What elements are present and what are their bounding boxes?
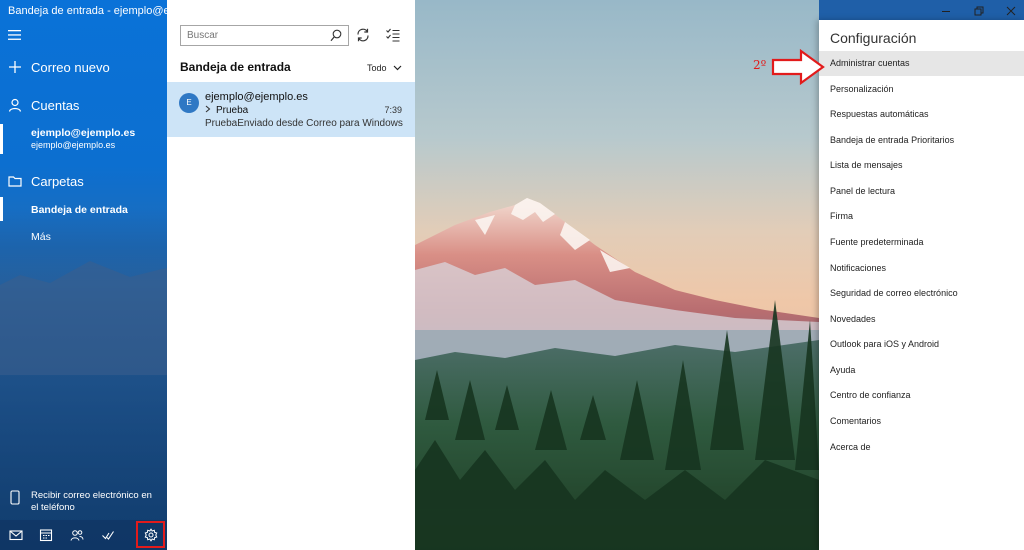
search-icon[interactable] — [330, 29, 342, 42]
message-time: 7:39 — [384, 105, 402, 115]
message-preview: PruebaEnviado desde Correo para Windows — [205, 118, 403, 129]
filter-dropdown[interactable]: Todo — [367, 63, 402, 73]
hamburger-menu-icon[interactable] — [8, 29, 22, 41]
settings-item-bandeja-prioritarios[interactable]: Bandeja de entrada Prioritarios — [819, 128, 1024, 153]
plus-icon — [9, 61, 21, 73]
close-icon[interactable] — [1005, 5, 1017, 17]
folder-more[interactable]: Más — [31, 231, 51, 243]
settings-item-firma[interactable]: Firma — [819, 204, 1024, 229]
background-mountain — [0, 261, 167, 375]
account-name[interactable]: ejemplo@ejemplo.es — [31, 127, 135, 139]
message-item[interactable]: E ejemplo@ejemplo.es Prueba 7:39 PruebaE… — [167, 82, 415, 137]
accounts-heading[interactable]: Cuentas — [0, 97, 167, 113]
message-list-pane: Buscar Bandeja de entrada Todo E ejemplo… — [167, 0, 415, 550]
settings-title: Configuración — [830, 30, 917, 46]
inbox-selected-indicator — [0, 197, 3, 221]
mail-icon[interactable] — [9, 528, 23, 542]
navigation-pane: Bandeja de entrada - ejemplo@ejemplo.es … — [0, 0, 167, 550]
settings-highlight-box — [136, 521, 165, 548]
settings-item-comentarios[interactable]: Comentarios — [819, 409, 1024, 434]
chevron-right-icon — [205, 105, 211, 113]
settings-item-lista-de-mensajes[interactable]: Lista de mensajes — [819, 153, 1024, 178]
account-email: ejemplo@ejemplo.es — [31, 140, 116, 150]
window-title: Bandeja de entrada - ejemplo@ejemplo.es — [8, 5, 167, 17]
people-icon[interactable] — [70, 528, 84, 542]
settings-item-outlook-ios-android[interactable]: Outlook para iOS y Android — [819, 332, 1024, 357]
settings-item-novedades[interactable]: Novedades — [819, 307, 1024, 332]
search-input[interactable]: Buscar — [187, 30, 218, 41]
accounts-label: Cuentas — [31, 97, 80, 113]
reading-pane-background — [415, 0, 819, 550]
chevron-down-icon — [393, 65, 401, 71]
new-mail-button[interactable]: Correo nuevo — [0, 59, 167, 75]
settings-item-panel-de-lectura[interactable]: Panel de lectura — [819, 179, 1024, 204]
sync-icon[interactable] — [355, 27, 371, 43]
filter-label: Todo — [367, 63, 387, 73]
settings-item-centro-de-confianza[interactable]: Centro de confianza — [819, 383, 1024, 408]
sender-avatar: E — [179, 93, 199, 113]
restore-icon[interactable] — [973, 5, 985, 17]
settings-item-seguridad-correo[interactable]: Seguridad de correo electrónico — [819, 281, 1024, 306]
phone-promo[interactable]: Recibir correo electrónico en el teléfon… — [0, 486, 167, 520]
calendar-icon[interactable] — [39, 528, 53, 542]
folder-inbox[interactable]: Bandeja de entrada — [31, 204, 128, 216]
settings-pane: Configuración Administrar cuentas Person… — [819, 20, 1024, 550]
phone-icon — [10, 490, 20, 505]
settings-item-personalizacion[interactable]: Personalización — [819, 77, 1024, 102]
annotation-arrow-icon — [771, 48, 825, 86]
selection-mode-icon[interactable] — [385, 27, 401, 43]
settings-item-fuente-predeterminada[interactable]: Fuente predeterminada — [819, 230, 1024, 255]
settings-item-respuestas-automaticas[interactable]: Respuestas automáticas — [819, 102, 1024, 127]
step2-annotation: 2º — [753, 58, 767, 72]
mountain-landscape-image — [415, 0, 819, 550]
new-mail-label: Correo nuevo — [31, 59, 110, 75]
search-box[interactable]: Buscar — [180, 25, 349, 46]
account-selected-indicator — [0, 124, 3, 154]
settings-item-administrar-cuentas[interactable]: Administrar cuentas — [819, 51, 1024, 76]
folder-title: Bandeja de entrada — [180, 60, 291, 74]
message-subject-row: Prueba — [205, 105, 248, 116]
settings-item-notificaciones[interactable]: Notificaciones — [819, 256, 1024, 281]
minimize-icon[interactable] — [940, 5, 952, 17]
folder-icon — [8, 176, 22, 187]
person-icon — [8, 98, 22, 112]
message-subject: Prueba — [216, 105, 249, 116]
settings-item-ayuda[interactable]: Ayuda — [819, 358, 1024, 383]
message-sender: ejemplo@ejemplo.es — [205, 91, 308, 103]
phone-promo-text: Recibir correo electrónico en el teléfon… — [31, 490, 152, 513]
settings-item-acerca-de[interactable]: Acerca de — [819, 435, 1024, 460]
folders-heading[interactable]: Carpetas — [0, 173, 167, 189]
todo-icon[interactable] — [101, 528, 115, 542]
folders-label: Carpetas — [31, 173, 84, 189]
